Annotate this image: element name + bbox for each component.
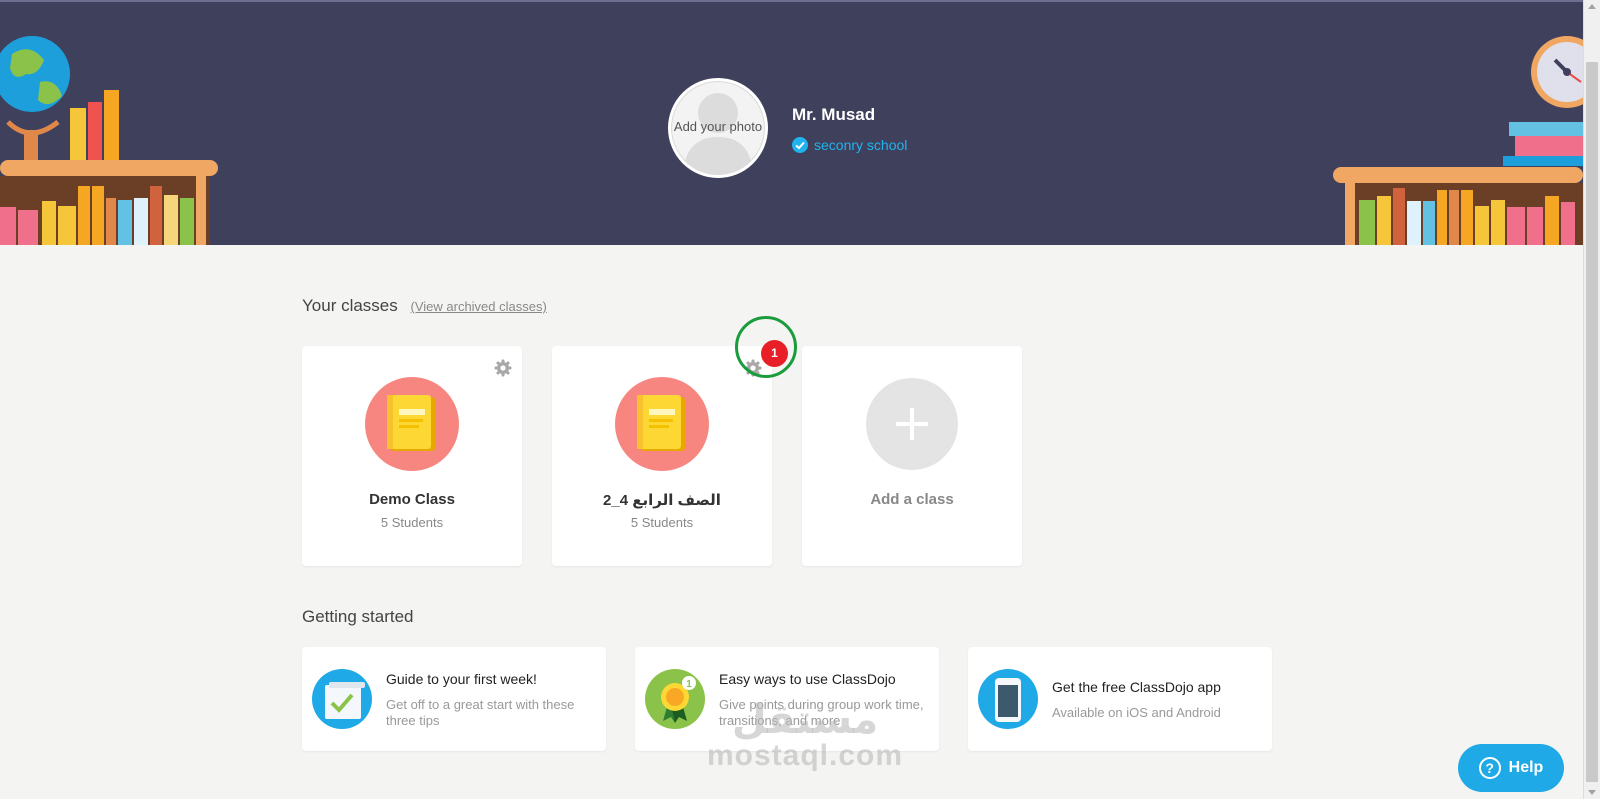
card-description: Available on iOS and Android	[1052, 705, 1221, 720]
class-name: Demo Class	[369, 491, 455, 508]
add-class-circle[interactable]	[866, 378, 958, 470]
notification-badge[interactable]: 1	[761, 340, 788, 367]
guide-checklist-icon-circle	[312, 669, 372, 729]
phone-icon-circle	[978, 669, 1038, 729]
add-photo-avatar[interactable]: Add your photo	[668, 78, 768, 178]
scroll-down-icon[interactable]	[1588, 790, 1596, 795]
card-title: Easy ways to use ClassDojo	[719, 671, 896, 687]
card-title: Guide to your first week!	[386, 671, 537, 687]
award-icon-circle: 1	[645, 669, 705, 729]
checklist-icon	[325, 682, 365, 719]
teacher-name: Mr. Musad	[792, 105, 876, 124]
getting-started-title: Getting started	[302, 607, 414, 626]
your-classes-title: Your classes	[302, 296, 398, 315]
card-title: Get the free ClassDojo app	[1052, 679, 1221, 695]
watermark-latin: mostaql.com	[706, 739, 904, 772]
get-app-card[interactable]: Get the free ClassDojo app Available on …	[968, 647, 1272, 751]
globe-icon	[0, 36, 70, 164]
class-name: الصف الرابع 4_2	[603, 492, 721, 509]
scrollbar-thumb[interactable]	[1586, 62, 1598, 782]
profile-header: Add your photo Mr. Musad seconry school	[0, 2, 1583, 245]
add-class-label: Add a class	[870, 491, 954, 508]
class-avatar-circle	[365, 377, 459, 471]
class-avatar-circle	[615, 377, 709, 471]
help-button[interactable]: ? Help	[1458, 744, 1564, 792]
clock-icon	[1531, 36, 1583, 108]
help-label: Help	[1508, 759, 1544, 776]
bookshelf-left-illustration	[0, 36, 218, 245]
add-class-card[interactable]: Add a class	[802, 346, 1022, 566]
award-medal-icon: 1	[661, 676, 696, 723]
scroll-up-icon[interactable]	[1588, 4, 1596, 9]
book-icon	[637, 395, 685, 451]
class-student-count: 5 Students	[380, 515, 444, 530]
vertical-scrollbar[interactable]	[1583, 0, 1600, 799]
class-card-grade4[interactable]: الصف الرابع 4_2 5 Students	[552, 346, 772, 566]
card-description: Get off to a great start with these thre…	[386, 697, 575, 728]
phone-icon	[995, 678, 1021, 722]
guide-first-week-card[interactable]: Guide to your first week! Get off to a g…	[302, 647, 606, 751]
question-mark-icon: ?	[1478, 757, 1501, 779]
watermark-arabic: مستقل	[731, 698, 879, 742]
school-name: seconry school	[814, 137, 908, 153]
book-icon	[387, 395, 435, 451]
gear-icon[interactable]	[494, 359, 512, 377]
plus-icon	[896, 408, 928, 440]
svg-text:1: 1	[686, 679, 692, 690]
bookshelf-right-illustration	[1333, 36, 1583, 245]
class-card-demo[interactable]: Demo Class 5 Students	[302, 346, 522, 566]
class-student-count: 5 Students	[630, 515, 694, 530]
mostaql-watermark: مستقل mostaql.com	[700, 700, 910, 772]
view-archived-classes-link[interactable]: (View archived classes)	[411, 299, 547, 314]
verified-check-icon	[792, 137, 808, 153]
your-classes-heading: Your classes (View archived classes)	[302, 296, 547, 316]
add-photo-label: Add your photo	[673, 119, 763, 134]
school-info[interactable]: seconry school	[792, 137, 907, 153]
